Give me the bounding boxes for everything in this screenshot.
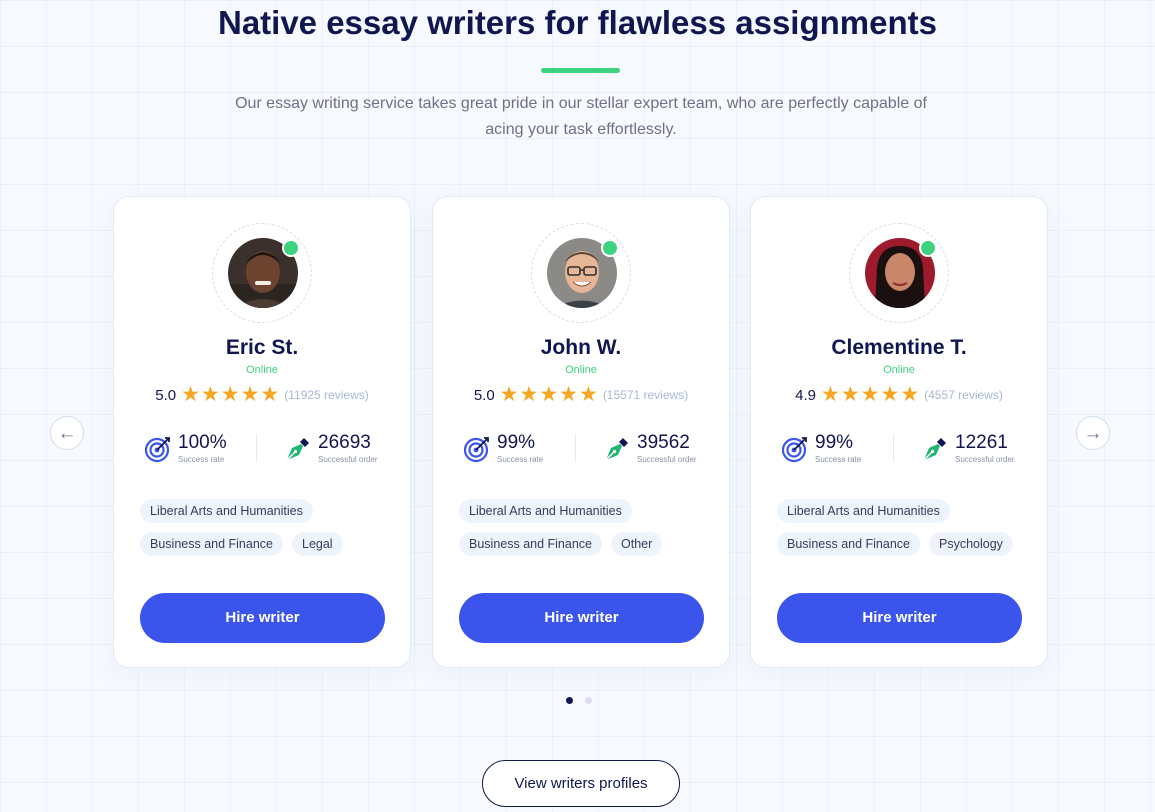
success-rate-label: Success rate xyxy=(497,455,544,464)
subject-tag: Business and Finance xyxy=(459,532,602,556)
success-rate-label: Success rate xyxy=(815,455,862,464)
star-icon: ★ xyxy=(840,383,860,406)
writer-name: Eric St. xyxy=(225,336,299,359)
star-rating: ★ ★ ★ ★ ★ xyxy=(181,383,280,406)
orders-value: 39562 xyxy=(637,432,690,453)
rating-value: 5.0 xyxy=(473,386,495,404)
orders-value: 26693 xyxy=(318,432,371,453)
carousel-pagination xyxy=(566,697,604,704)
success-rate-value: 100% xyxy=(178,432,227,453)
orders-label: Successful order xyxy=(318,455,378,464)
pagination-dot-active[interactable] xyxy=(566,697,573,704)
online-status: Online xyxy=(883,364,915,376)
star-icon: ★ xyxy=(181,383,200,406)
writer-card: John W. Online 5.0 ★ ★ ★ ★ ★ (15571 revi… xyxy=(432,196,730,668)
subject-tag: Other xyxy=(611,532,663,556)
view-writers-profiles-button[interactable]: View writers profiles xyxy=(482,760,680,807)
hire-writer-button[interactable]: Hire writer xyxy=(777,593,1022,643)
subject-tags: Liberal Arts and Humanities Business and… xyxy=(777,499,1037,565)
star-icon: ★ xyxy=(880,383,900,406)
title-underline xyxy=(541,68,620,73)
target-icon xyxy=(144,437,170,463)
review-count: (15571 reviews) xyxy=(602,388,689,402)
writer-stats: 99% Success rate 12261 Successful order xyxy=(781,432,1021,466)
hire-writer-button[interactable]: Hire writer xyxy=(459,593,704,643)
online-indicator xyxy=(282,239,300,257)
online-status: Online xyxy=(565,364,597,376)
rating-row: 5.0 ★ ★ ★ ★ ★ (11925 reviews) xyxy=(114,383,410,406)
stat-divider xyxy=(575,434,576,462)
pen-nib-icon xyxy=(286,438,309,461)
writer-name: John W. xyxy=(540,336,622,359)
hire-writer-button[interactable]: Hire writer xyxy=(140,593,385,643)
target-icon xyxy=(781,437,807,463)
review-count: (4557 reviews) xyxy=(924,388,1003,402)
success-rate-label: Success rate xyxy=(178,455,225,464)
writer-stats: 100% Success rate 26693 Successful order xyxy=(144,432,384,466)
rating-value: 4.9 xyxy=(795,386,816,404)
star-icon: ★ xyxy=(900,383,920,406)
online-indicator xyxy=(919,239,937,257)
carousel-prev-button[interactable]: ← xyxy=(50,416,84,450)
pen-nib-icon xyxy=(923,438,946,461)
carousel-next-button[interactable]: → xyxy=(1076,416,1110,450)
stat-divider xyxy=(256,434,257,462)
subject-tag: Liberal Arts and Humanities xyxy=(459,499,632,523)
writer-stats: 99% Success rate 39562 Successful order xyxy=(463,432,703,466)
subject-tag: Legal xyxy=(292,532,343,556)
subject-tag: Business and Finance xyxy=(140,532,283,556)
section-title: Native essay writers for flawless assign… xyxy=(217,4,937,41)
subject-tag: Business and Finance xyxy=(777,532,920,556)
star-icon: ★ xyxy=(578,383,598,406)
review-count: (11925 reviews) xyxy=(284,388,369,402)
star-icon: ★ xyxy=(240,383,260,406)
arrow-left-icon: ← xyxy=(57,422,77,444)
star-icon: ★ xyxy=(499,383,519,406)
star-rating: ★ ★ ★ ★ ★ xyxy=(499,383,599,406)
star-icon: ★ xyxy=(559,383,578,406)
pagination-dot[interactable] xyxy=(585,697,592,704)
section-subtitle: Our essay writing service takes great pr… xyxy=(235,95,927,138)
online-indicator xyxy=(601,239,619,257)
subject-tags: Liberal Arts and Humanities Business and… xyxy=(140,499,400,565)
arrow-right-icon: → xyxy=(1083,422,1103,444)
rating-row: 4.9 ★ ★ ★ ★ ★ (4557 reviews) xyxy=(751,383,1047,406)
rating-value: 5.0 xyxy=(155,386,177,404)
success-rate-value: 99% xyxy=(815,432,854,453)
star-icon: ★ xyxy=(200,383,220,406)
target-icon xyxy=(463,437,489,463)
subject-tag: Psychology xyxy=(929,532,1013,556)
star-icon: ★ xyxy=(519,383,539,406)
stat-divider xyxy=(893,434,894,462)
orders-label: Successful order xyxy=(955,455,1015,464)
subject-tag: Liberal Arts and Humanities xyxy=(777,499,950,523)
online-status: Online xyxy=(246,364,278,376)
star-icon: ★ xyxy=(821,383,840,406)
orders-value: 12261 xyxy=(955,432,1008,453)
rating-row: 5.0 ★ ★ ★ ★ ★ (15571 reviews) xyxy=(433,383,729,406)
writer-card: Eric St. Online 5.0 ★ ★ ★ ★ ★ (11925 rev… xyxy=(113,196,411,668)
orders-label: Successful order xyxy=(637,455,697,464)
pen-nib-icon xyxy=(605,438,628,461)
writer-card: Clementine T. Online 4.9 ★ ★ ★ ★ ★ (4557… xyxy=(750,196,1048,668)
subject-tag: Liberal Arts and Humanities xyxy=(140,499,313,523)
writer-name: Clementine T. xyxy=(831,336,967,359)
star-icon: ★ xyxy=(860,383,880,406)
star-icon: ★ xyxy=(539,383,559,406)
star-icon: ★ xyxy=(220,383,240,406)
star-rating: ★ ★ ★ ★ ★ xyxy=(821,383,920,406)
success-rate-value: 99% xyxy=(497,432,536,453)
subject-tags: Liberal Arts and Humanities Business and… xyxy=(459,499,719,565)
star-icon: ★ xyxy=(260,383,280,406)
